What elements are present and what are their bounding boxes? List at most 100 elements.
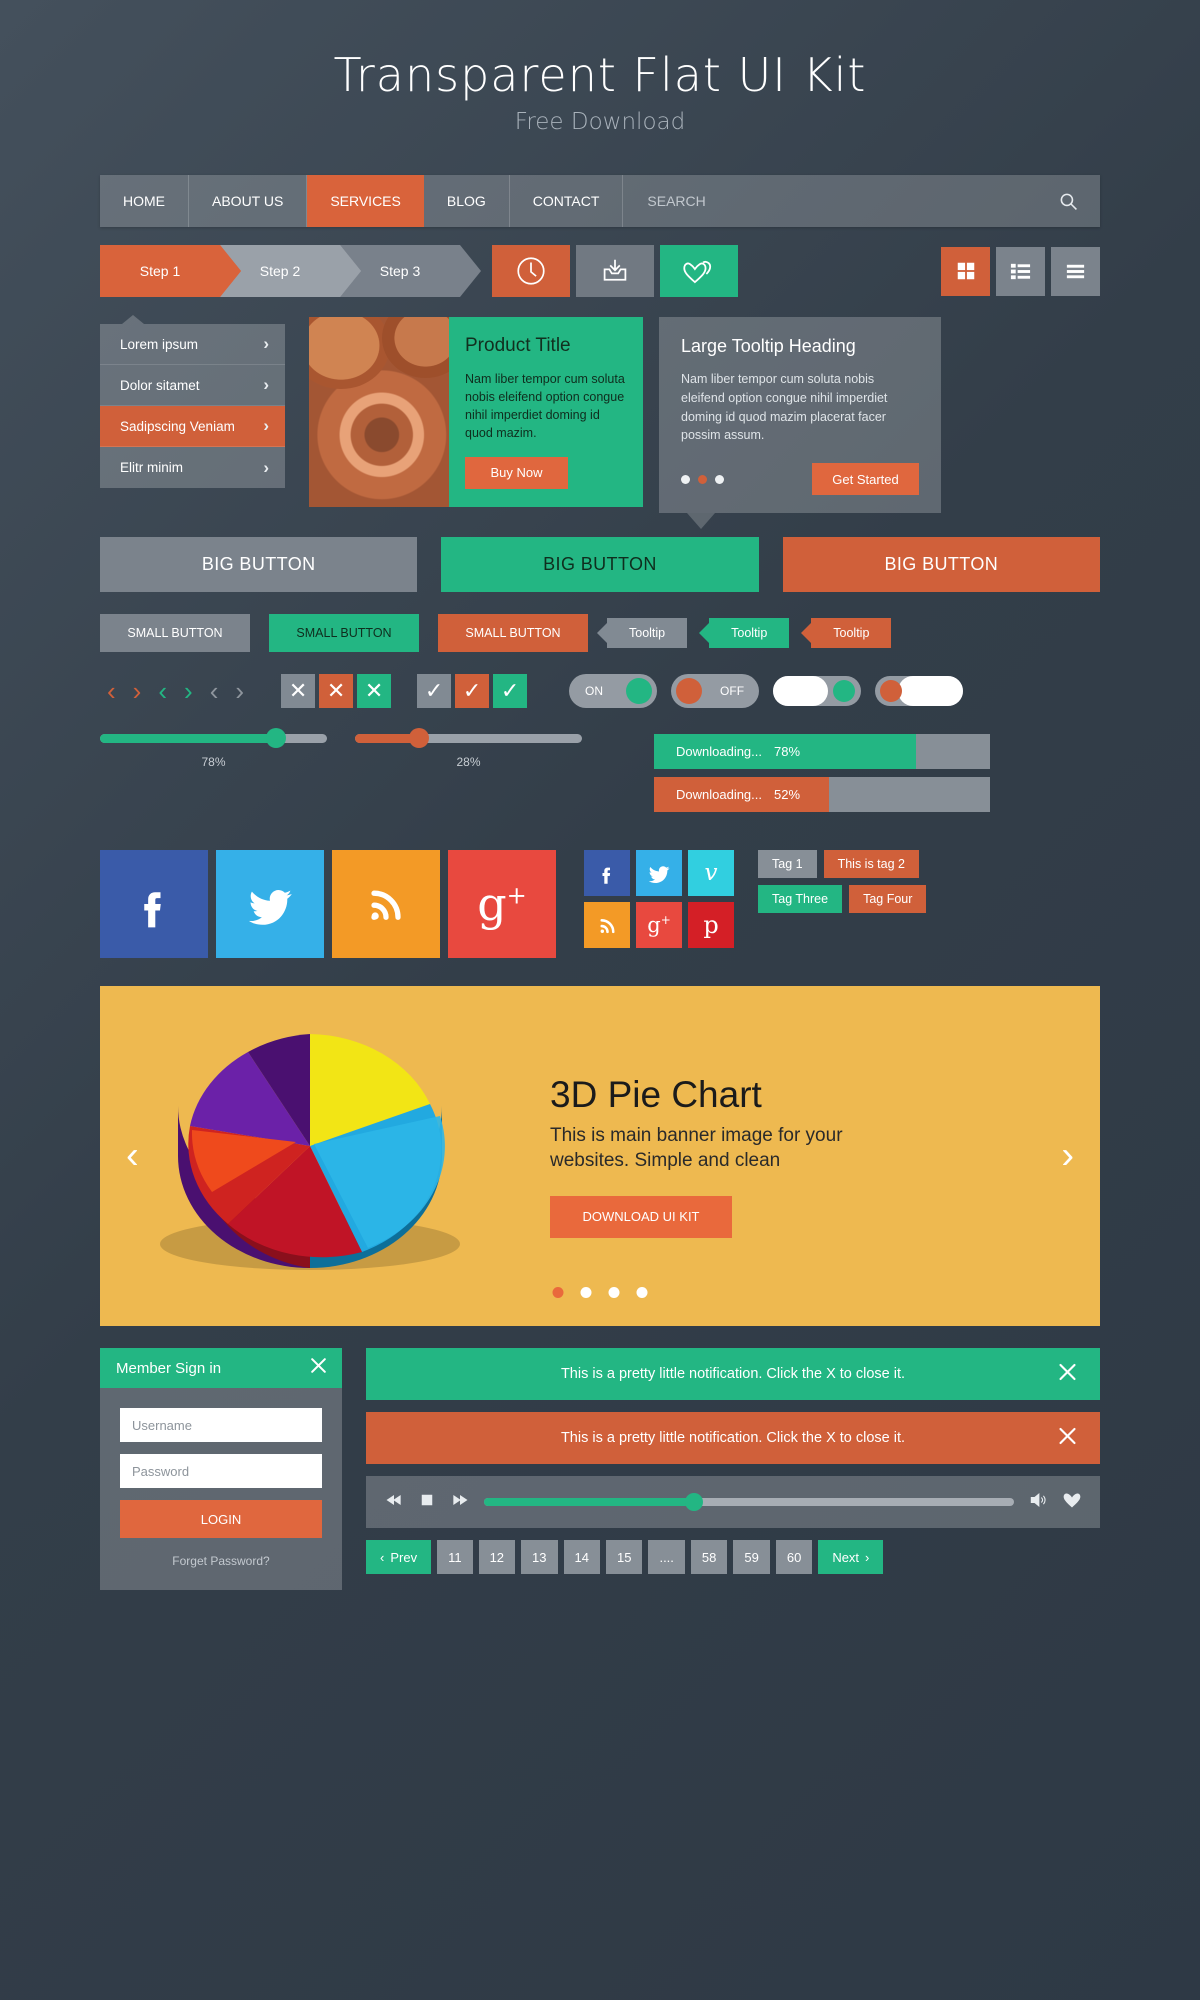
list-view-icon-button[interactable] <box>996 246 1045 296</box>
menu-item-sadipscing-veniam[interactable]: Sadipscing Veniam › <box>100 406 285 447</box>
pagination-page-14[interactable]: 14 <box>563 1540 600 1574</box>
pagination-next[interactable]: Next › <box>818 1540 884 1574</box>
toggle-on[interactable]: ON <box>569 674 658 708</box>
tag-four[interactable]: Tag Four <box>849 885 927 913</box>
tooltip-green[interactable]: Tooltip <box>699 618 790 648</box>
dot-indicator-active[interactable] <box>698 474 707 484</box>
toggle-off[interactable]: OFF <box>671 674 760 708</box>
facebook-icon-button-small[interactable] <box>584 850 630 896</box>
chevron-left-icon-orange[interactable]: ‹ <box>100 678 123 704</box>
rss-icon-button-large[interactable] <box>332 850 440 958</box>
banner-dot[interactable] <box>608 1287 620 1298</box>
dot-indicator[interactable] <box>715 474 724 484</box>
playback-slider[interactable] <box>484 1493 1014 1511</box>
toggle-knob[interactable] <box>676 678 703 704</box>
tag-1[interactable]: Tag 1 <box>758 850 817 878</box>
toggle-slider-orange[interactable] <box>875 676 964 706</box>
pagination-page-15[interactable]: 15 <box>605 1540 643 1574</box>
check-icon-checkbox-orange[interactable]: ✓ <box>455 674 490 708</box>
small-button-green[interactable]: SMALL BUTTON <box>269 614 419 652</box>
banner-prev-arrow-icon[interactable]: ‹ <box>126 1135 139 1178</box>
step-2[interactable]: Step 2 <box>220 245 361 297</box>
tooltip-orange[interactable]: Tooltip <box>801 618 892 648</box>
search-icon[interactable] <box>1059 192 1078 211</box>
small-button-orange[interactable]: SMALL BUTTON <box>438 614 588 652</box>
rewind-icon[interactable] <box>384 1490 404 1515</box>
close-icon[interactable] <box>1057 1362 1078 1387</box>
pinterest-icon-button-small[interactable]: p <box>688 902 734 948</box>
dot-indicator[interactable] <box>681 474 690 484</box>
menu-lines-icon-button[interactable] <box>1051 246 1100 296</box>
password-input[interactable]: Password <box>120 1454 322 1488</box>
slider-green[interactable]: 78% <box>100 728 327 769</box>
menu-item-dolor-sitamet[interactable]: Dolor sitamet › <box>100 365 285 406</box>
twitter-icon-button-small[interactable] <box>636 850 682 896</box>
nav-item-home[interactable]: HOME <box>100 175 189 227</box>
download-ui-kit-button[interactable]: DOWNLOAD UI KIT <box>550 1195 732 1238</box>
vimeo-icon-button-small[interactable]: v <box>688 850 734 896</box>
inbox-download-icon-button[interactable] <box>576 245 654 297</box>
heart-icon[interactable] <box>1062 1490 1082 1515</box>
rss-icon-button-small[interactable] <box>584 902 630 948</box>
chevron-right-icon-green[interactable]: › <box>177 678 200 704</box>
menu-item-elitr-minim[interactable]: Elitr minim › <box>100 447 285 488</box>
close-icon-checkbox-grey[interactable]: ✕ <box>281 674 316 708</box>
username-input[interactable]: Username <box>120 1408 322 1442</box>
hearts-icon-button[interactable] <box>660 245 738 297</box>
tag-2[interactable]: This is tag 2 <box>823 850 919 878</box>
pagination-page-60[interactable]: 60 <box>775 1540 813 1574</box>
close-icon[interactable] <box>1057 1426 1078 1451</box>
pagination-page-12[interactable]: 12 <box>478 1540 516 1574</box>
banner-next-arrow-icon[interactable]: › <box>1061 1135 1074 1178</box>
step-1[interactable]: Step 1 <box>100 245 241 297</box>
nav-item-about-us[interactable]: ABOUT US <box>189 175 308 227</box>
check-icon-checkbox-grey[interactable]: ✓ <box>417 674 452 708</box>
nav-item-services[interactable]: SERVICES <box>307 175 424 227</box>
tag-three[interactable]: Tag Three <box>758 885 843 913</box>
search-field[interactable]: SEARCH <box>623 175 1100 227</box>
login-button[interactable]: LOGIN <box>120 1500 322 1538</box>
menu-item-lorem-ipsum[interactable]: Lorem ipsum › <box>100 324 285 365</box>
pagination-page-13[interactable]: 13 <box>521 1540 558 1574</box>
buy-now-button[interactable]: Buy Now <box>465 456 568 489</box>
nav-item-contact[interactable]: CONTACT <box>510 175 624 227</box>
check-icon-checkbox-green[interactable]: ✓ <box>493 674 528 708</box>
toggle-slider-green[interactable] <box>773 676 862 706</box>
pagination-page-11[interactable]: 11 <box>437 1540 473 1574</box>
pinterest-glyph: p <box>703 911 719 939</box>
grid-view-icon-button[interactable] <box>941 246 990 296</box>
banner-dot[interactable] <box>580 1287 592 1298</box>
pagination-page-58[interactable]: 58 <box>690 1540 728 1574</box>
step-3[interactable]: Step 3 <box>340 245 481 297</box>
close-icon-checkbox-green[interactable]: ✕ <box>357 674 392 708</box>
clock-icon-button[interactable] <box>492 245 570 297</box>
pagination-ellipsis[interactable]: .... <box>648 1540 685 1574</box>
nav-item-blog[interactable]: BLOG <box>424 175 510 227</box>
small-button-grey[interactable]: SMALL BUTTON <box>100 614 250 652</box>
twitter-icon-button-large[interactable] <box>216 850 324 958</box>
close-icon-checkbox-orange[interactable]: ✕ <box>319 674 354 708</box>
toggle-knob[interactable] <box>626 678 653 704</box>
pagination-prev[interactable]: ‹ Prev <box>366 1540 432 1574</box>
chevron-left-icon-green[interactable]: ‹ <box>151 678 174 704</box>
googleplus-icon-button-large[interactable]: g+ <box>448 850 556 958</box>
banner-dot-active[interactable] <box>552 1287 564 1298</box>
get-started-button[interactable]: Get Started <box>812 463 919 495</box>
forget-password-link[interactable]: Forget Password? <box>120 1554 322 1568</box>
slider-orange[interactable]: 28% <box>355 728 582 769</box>
big-button-orange[interactable]: BIG BUTTON <box>782 537 1100 592</box>
fast-forward-icon[interactable] <box>450 1490 470 1515</box>
googleplus-icon-button-small[interactable]: g+ <box>636 902 682 948</box>
chevron-right-icon-orange[interactable]: › <box>126 678 149 704</box>
stop-icon[interactable] <box>418 1491 436 1514</box>
volume-icon[interactable] <box>1028 1490 1048 1515</box>
chevron-right-icon-grey[interactable]: › <box>228 678 251 704</box>
facebook-icon-button-large[interactable] <box>100 850 208 958</box>
pagination-page-59[interactable]: 59 <box>733 1540 770 1574</box>
big-button-green[interactable]: BIG BUTTON <box>441 537 759 592</box>
tooltip-grey[interactable]: Tooltip <box>597 618 688 648</box>
chevron-left-icon-grey[interactable]: ‹ <box>203 678 226 704</box>
close-icon[interactable] <box>309 1356 328 1380</box>
banner-dot[interactable] <box>636 1287 648 1298</box>
big-button-grey[interactable]: BIG BUTTON <box>100 537 418 592</box>
